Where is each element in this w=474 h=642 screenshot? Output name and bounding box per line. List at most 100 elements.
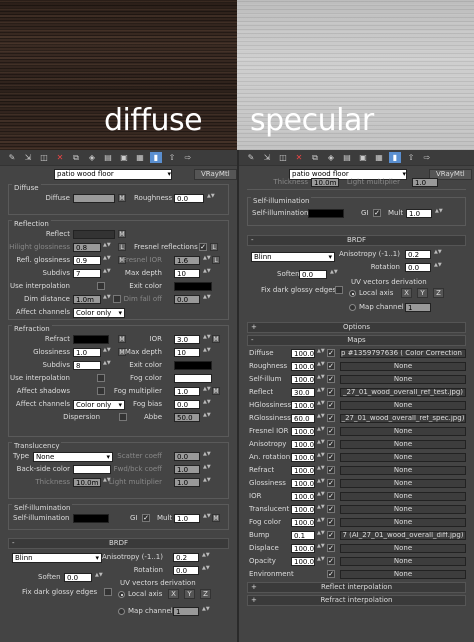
map-enable-checkbox[interactable]: ✓: [327, 349, 335, 357]
reflect-interpolation-rollout[interactable]: + Reflect interpolation: [247, 582, 466, 593]
fix-dark-glossy-edges-checkbox[interactable]: [104, 588, 112, 596]
map-slot-button[interactable]: None: [340, 427, 466, 436]
map-slot-button[interactable]: None: [340, 466, 466, 475]
spinner-icon[interactable]: ▲▼: [317, 414, 325, 423]
spinner-icon[interactable]: ▲▼: [203, 452, 211, 461]
anisotropy-input[interactable]: 0.2: [405, 250, 431, 259]
fresnel-ior-input[interactable]: 1.6: [174, 256, 200, 265]
map-amount-input[interactable]: 30.0: [291, 388, 315, 397]
axis-y-button[interactable]: Y: [184, 589, 195, 599]
use-interpolation-checkbox[interactable]: [97, 282, 105, 290]
spinner-icon[interactable]: ▲▼: [435, 209, 443, 218]
spinner-icon[interactable]: ▲▼: [317, 349, 325, 358]
assign-to-selection-icon[interactable]: ◫: [38, 152, 50, 163]
map-amount-input[interactable]: 100.0: [291, 466, 315, 475]
diffuse-map-button[interactable]: M: [118, 194, 126, 202]
exit-color-swatch[interactable]: [174, 361, 212, 370]
gi-checkbox[interactable]: ✓: [373, 209, 381, 217]
map-slot-button[interactable]: None: [340, 505, 466, 514]
map-slot-button[interactable]: None: [340, 479, 466, 488]
refract-interpolation-rollout[interactable]: + Refract interpolation: [247, 595, 466, 606]
local-axis-radio[interactable]: [349, 290, 356, 297]
self-illumination-swatch[interactable]: [308, 209, 344, 218]
put-to-scene-icon[interactable]: ⇲: [261, 152, 273, 163]
show-end-result-icon[interactable]: ▮: [150, 152, 162, 163]
spinner-icon[interactable]: ▲▼: [434, 250, 442, 259]
map-slot-button[interactable]: None: [340, 401, 466, 410]
map-enable-checkbox[interactable]: ✓: [327, 375, 335, 383]
spinner-icon[interactable]: ▲▼: [103, 256, 111, 265]
map-enable-checkbox[interactable]: ✓: [327, 427, 335, 435]
fog-color-swatch[interactable]: [174, 374, 212, 383]
map-amount-input[interactable]: 100.0: [291, 453, 315, 462]
map-enable-checkbox[interactable]: ✓: [327, 492, 335, 500]
map-slot-button[interactable]: None: [340, 557, 466, 566]
spinner-icon[interactable]: ▲▼: [103, 269, 111, 278]
brdf-rollout-header[interactable]: - BRDF: [8, 538, 229, 549]
fog-map-button[interactable]: M: [212, 387, 220, 395]
map-amount-input[interactable]: 0.1: [291, 531, 315, 540]
self-illumination-swatch[interactable]: [73, 514, 109, 523]
map-slot-button[interactable]: None: [340, 375, 466, 384]
material-id-icon[interactable]: ▣: [357, 152, 369, 163]
ior-map-button[interactable]: M: [212, 335, 220, 343]
refl-glossiness-input[interactable]: 0.9: [73, 256, 101, 265]
axis-x-button[interactable]: X: [168, 589, 179, 599]
map-amount-input[interactable]: 100.0: [291, 401, 315, 410]
affect-channels-dropdown[interactable]: Color only: [73, 400, 125, 410]
map-amount-input[interactable]: 100.0: [291, 362, 315, 371]
spinner-icon[interactable]: ▲▼: [202, 553, 210, 562]
map-amount-input[interactable]: 100.0: [291, 492, 315, 501]
roughness-input[interactable]: 0.0: [174, 194, 204, 203]
spinner-icon[interactable]: ▲▼: [330, 270, 338, 279]
map-enable-checkbox[interactable]: ✓: [327, 479, 335, 487]
spinner-icon[interactable]: ▲▼: [317, 440, 325, 449]
spinner-icon[interactable]: ▲▼: [202, 607, 210, 616]
spinner-icon[interactable]: ▲▼: [203, 256, 211, 265]
spinner-icon[interactable]: ▲▼: [203, 269, 211, 278]
spinner-icon[interactable]: ▲▼: [317, 518, 325, 527]
spinner-icon[interactable]: ▲▼: [95, 573, 103, 582]
light-multiplier-input[interactable]: 1.0: [412, 178, 438, 187]
material-type-button[interactable]: VRayMtl: [194, 168, 237, 180]
mult-input[interactable]: 1.0: [174, 514, 200, 523]
spinner-icon[interactable]: ▲▼: [203, 335, 211, 344]
brdf-type-dropdown[interactable]: Blinn: [12, 553, 102, 563]
thickness-input[interactable]: 10.0m: [311, 178, 339, 187]
map-amount-input[interactable]: 100.0: [291, 375, 315, 384]
local-axis-radio[interactable]: [118, 591, 125, 598]
map-channel-input[interactable]: 1: [173, 607, 199, 616]
map-amount-input[interactable]: 100.0: [291, 479, 315, 488]
map-enable-checkbox[interactable]: ✓: [327, 518, 335, 526]
axis-x-button[interactable]: X: [401, 288, 412, 298]
map-slot-button[interactable]: _27_01_wood_overall_ref_spec.jpg): [340, 414, 466, 423]
spinner-icon[interactable]: ▲▼: [317, 401, 325, 410]
spinner-icon[interactable]: ▲▼: [203, 348, 211, 357]
glossiness-input[interactable]: 1.0: [73, 348, 101, 357]
spinner-icon[interactable]: ▲▼: [317, 544, 325, 553]
subdivs-input[interactable]: 7: [73, 269, 101, 278]
max-depth-input[interactable]: 10: [174, 269, 200, 278]
maps-rollout-header[interactable]: - Maps: [247, 335, 466, 346]
dim-falloff-input[interactable]: 0.0: [174, 295, 200, 304]
map-amount-input[interactable]: 100.0: [291, 518, 315, 527]
map-amount-input[interactable]: 100.0: [291, 557, 315, 566]
map-amount-input[interactable]: 60.0: [291, 414, 315, 423]
map-enable-checkbox[interactable]: ✓: [327, 388, 335, 396]
spinner-icon[interactable]: ▲▼: [203, 465, 211, 474]
spinner-icon[interactable]: ▲▼: [202, 566, 210, 575]
map-enable-checkbox[interactable]: ✓: [327, 440, 335, 448]
spinner-icon[interactable]: ▲▼: [203, 514, 211, 523]
spinner-icon[interactable]: ▲▼: [317, 557, 325, 566]
brdf-type-dropdown[interactable]: Blinn: [251, 252, 335, 262]
spinner-icon[interactable]: ▲▼: [317, 492, 325, 501]
spinner-icon[interactable]: ▲▼: [207, 194, 215, 203]
material-id-icon[interactable]: ▣: [118, 152, 130, 163]
fix-dark-glossy-edges-checkbox[interactable]: [335, 286, 343, 294]
map-amount-input[interactable]: 100.0: [291, 427, 315, 436]
spinner-icon[interactable]: ▲▼: [317, 466, 325, 475]
scatter-coeff-input[interactable]: 0.0: [174, 452, 200, 461]
map-channel-radio[interactable]: [349, 304, 356, 311]
lock-button[interactable]: L: [118, 243, 126, 251]
map-slot-button[interactable]: None: [340, 492, 466, 501]
